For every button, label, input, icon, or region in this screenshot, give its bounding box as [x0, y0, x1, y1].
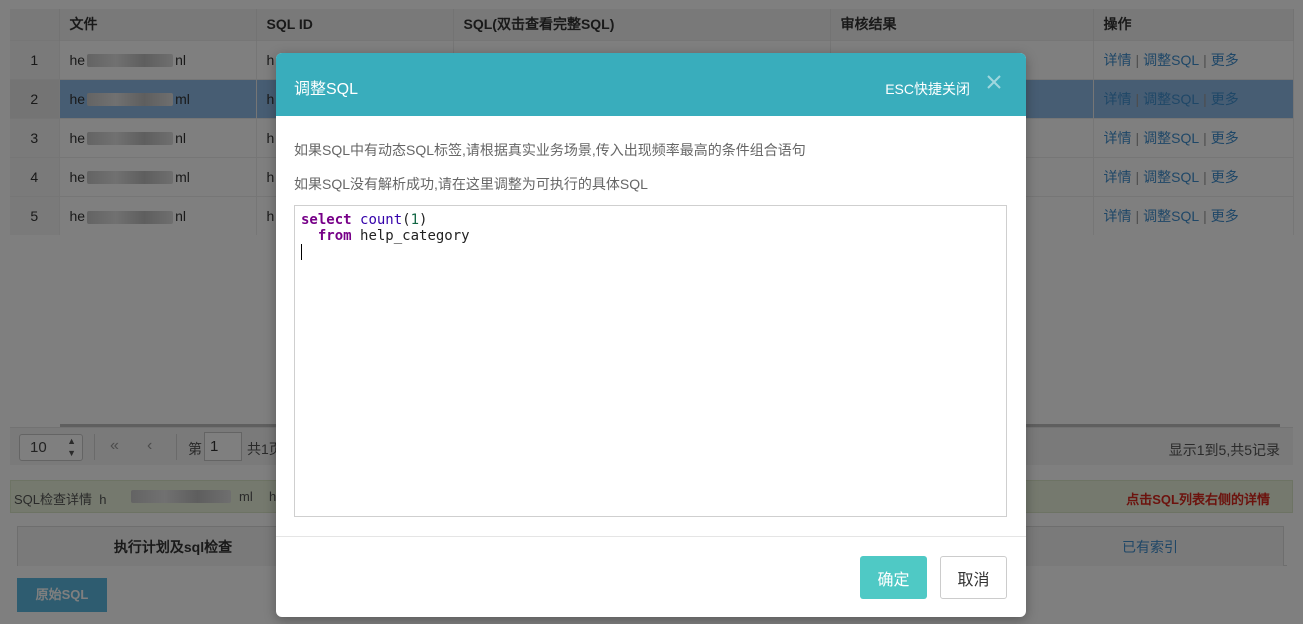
- text-cursor: [301, 244, 302, 260]
- cancel-button[interactable]: 取消: [940, 556, 1007, 599]
- code-line: from help_category: [317, 228, 470, 244]
- code-line: select count(1): [301, 212, 428, 228]
- dynamic-sql-note: 如果SQL中有动态SQL标签,请根据真实业务场景,传入出现频率最高的条件组合语句: [294, 142, 806, 158]
- dialog-footer: 确定 取消: [276, 536, 1026, 617]
- esc-hint: ESC快捷关闭: [885, 81, 970, 97]
- dialog-body: 如果SQL中有动态SQL标签,请根据真实业务场景,传入出现频率最高的条件组合语句…: [276, 116, 1026, 536]
- adjust-sql-dialog: 调整SQL ESC快捷关闭 如果SQL中有动态SQL标签,请根据真实业务场景,传…: [276, 53, 1026, 617]
- close-icon[interactable]: [984, 72, 1004, 92]
- code-line: [301, 244, 1000, 260]
- parse-fail-note: 如果SQL没有解析成功,请在这里调整为可执行的具体SQL: [294, 176, 648, 192]
- sql-editor[interactable]: select count(1) from help_category: [294, 205, 1007, 517]
- dialog-title: 调整SQL: [294, 81, 359, 98]
- confirm-button[interactable]: 确定: [860, 556, 927, 599]
- dialog-header: 调整SQL ESC快捷关闭: [276, 53, 1026, 116]
